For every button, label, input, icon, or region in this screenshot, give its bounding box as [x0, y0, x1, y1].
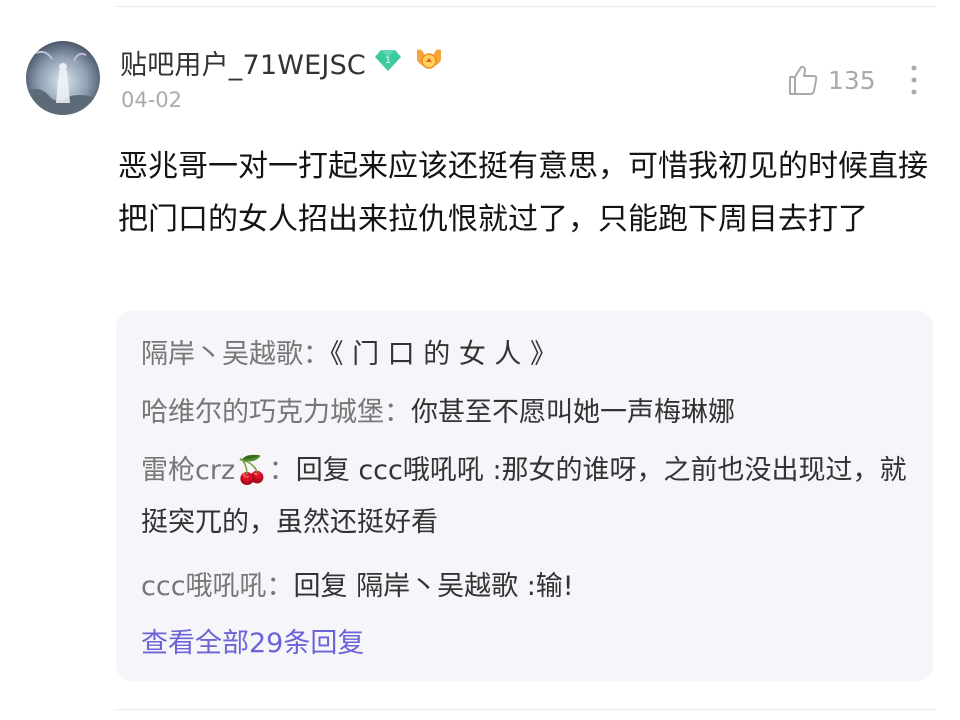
reply-item[interactable]: 雷枪crz🍒：回复 ccc哦吼吼 :那女的谁呀，之前也没出现过，就挺突兀的，虽然…: [141, 445, 911, 549]
reply-colon: ：: [384, 397, 411, 428]
like-count: 135: [828, 65, 876, 95]
reply-colon: ：: [268, 455, 296, 486]
like-button[interactable]: 135: [786, 60, 876, 100]
reply-author[interactable]: 隔岸丶吴越歌: [141, 339, 303, 370]
thumbs-up-icon: [789, 65, 818, 95]
view-all-replies-link[interactable]: 查看全部29条回复: [141, 618, 364, 670]
replies-panel: 隔岸丶吴越歌：《 门 口 的 女 人 》 哈维尔的巧克力城堡：你甚至不愿叫她一声…: [116, 311, 933, 681]
reply-author[interactable]: ccc哦吼吼: [141, 571, 267, 602]
reply-colon: ：: [303, 339, 330, 370]
cherry-emoji: 🍒: [235, 455, 269, 486]
more-options-button[interactable]: [902, 60, 926, 100]
reply-item[interactable]: ccc哦吼吼：回复 隔岸丶吴越歌 :输!: [141, 561, 911, 613]
username[interactable]: 贴吧用户_71WEJSC: [120, 43, 366, 82]
bottom-divider: [114, 709, 936, 710]
orange-medal-icon[interactable]: [414, 46, 444, 78]
reply-author[interactable]: 哈维尔的巧克力城堡: [141, 397, 384, 428]
reply-item[interactable]: 哈维尔的巧克力城堡：你甚至不愿叫她一声梅琳娜: [141, 387, 911, 439]
reply-text: 回复 隔岸丶吴越歌 :输!: [293, 571, 574, 602]
user-info-row: 贴吧用户_71WEJSC 1: [120, 42, 444, 82]
reply-author[interactable]: 雷枪crz: [141, 455, 235, 486]
more-vertical-icon: [911, 65, 917, 95]
top-divider: [114, 6, 936, 7]
reply-text: 你甚至不愿叫她一声梅琳娜: [411, 397, 735, 428]
reply-text: 《 门 口 的 女 人 》: [330, 339, 557, 370]
avatar[interactable]: [26, 41, 100, 115]
diamond-level-icon[interactable]: 1: [374, 48, 402, 76]
avatar-image: [26, 41, 100, 115]
comment-date: 04-02: [121, 88, 183, 112]
reply-item[interactable]: 隔岸丶吴越歌：《 门 口 的 女 人 》: [141, 329, 911, 381]
reply-colon: ：: [266, 571, 294, 602]
comment-text: 恶兆哥一对一打起来应该还挺有意思，可惜我初见的时候直接把门口的女人招出来拉仇恨就…: [118, 149, 928, 237]
level-badge-number: 1: [385, 56, 391, 66]
